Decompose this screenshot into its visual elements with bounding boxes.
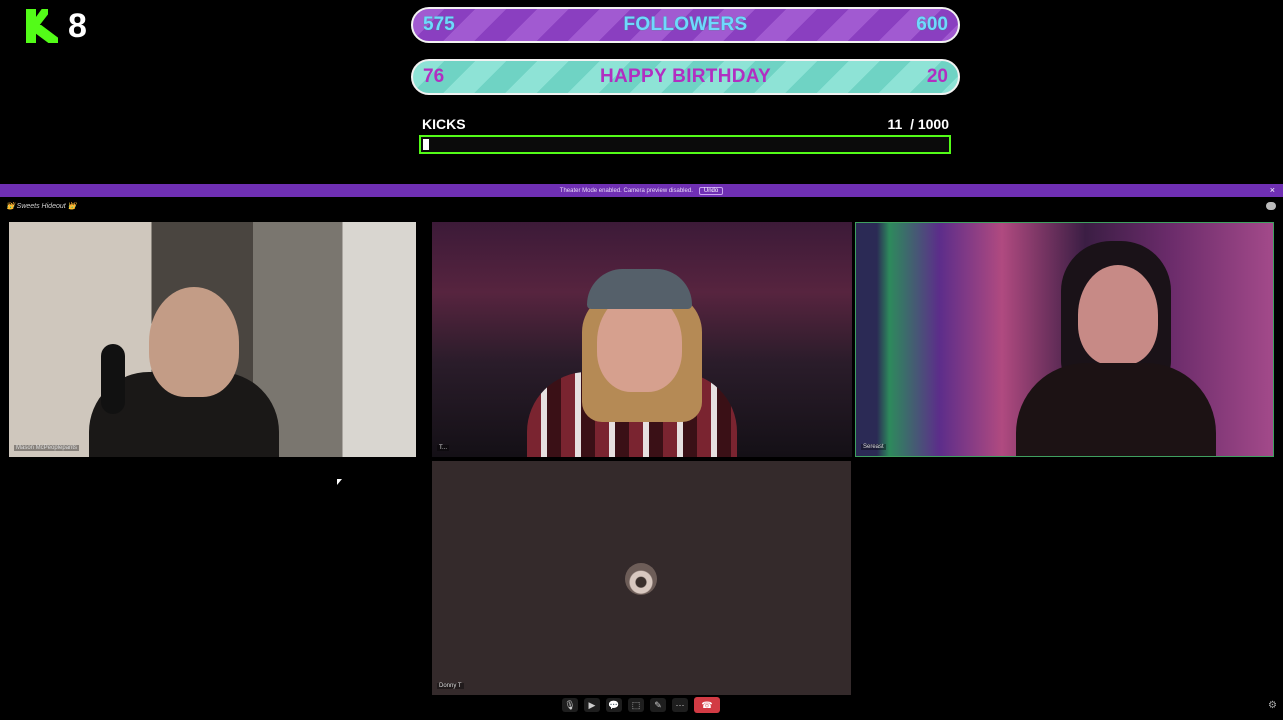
participant-name: Sereast [861,444,886,450]
kicks-label: KICKS [422,116,466,132]
birthday-current: 76 [423,66,445,87]
camera-toggle-icon[interactable]: ▶ [584,698,600,712]
screen-share-icon[interactable]: ⬚ [628,698,644,712]
kicks-count: 11 / 1000 [887,116,949,132]
followers-current: 575 [423,14,455,35]
close-icon[interactable]: × [1270,185,1275,195]
birthday-target: 20 [926,66,948,87]
participant-name: Donny T [437,683,464,689]
birthday-label: HAPPY BIRTHDAY [599,66,772,87]
leave-call-button[interactable]: ☎ [694,697,720,713]
participant-tile-1[interactable]: Mason McPeoplepants [9,222,416,457]
call-title: 👑 Sweets Hideout 👑 [6,203,77,210]
theater-mode-banner: Theater Mode enabled. Camera preview dis… [0,184,1283,197]
more-options-icon[interactable]: ⋯ [672,698,688,712]
effects-icon[interactable]: ✎ [650,698,666,712]
participant-tile-2[interactable]: T... [432,222,852,457]
kicks-target: / 1000 [910,116,949,132]
birthday-goal-bar: 76 HAPPY BIRTHDAY 20 [411,59,960,95]
mouse-cursor-icon [337,479,342,485]
banner-text: Theater Mode enabled. Camera preview dis… [559,187,693,194]
followers-target: 600 [916,14,948,35]
participant-tile-4[interactable]: Donny T [432,461,851,695]
banner-undo-button[interactable]: Undo [698,186,724,195]
chat-icon[interactable]: 💬 [606,698,622,712]
kicks-progress-bar [419,135,951,154]
microphone-icon [101,344,125,414]
kicks-header: KICKS 11 / 1000 [422,116,949,132]
participant-name: Mason McPeoplepants [14,445,80,451]
microphone-toggle-icon[interactable]: 🎙 [562,698,578,712]
participant-tile-3[interactable]: Sereast [855,222,1274,457]
settings-gear-icon[interactable]: ⚙ [1268,700,1277,711]
participant-name: T... [437,445,450,451]
kick-logo: 8 [26,9,87,43]
chat-bubble-icon[interactable] [1266,202,1276,210]
call-toolbar: 🎙 ▶ 💬 ⬚ ✎ ⋯ ☎ [562,697,720,713]
followers-label: FOLLOWERS [623,14,748,35]
followers-goal-bar: 575 FOLLOWERS 600 [411,7,960,43]
participant-avatar [625,563,657,595]
logo-number: 8 [68,7,87,45]
kicks-current: 11 [887,116,903,132]
kick-k-icon [26,9,58,43]
kicks-progress-fill [423,139,429,150]
